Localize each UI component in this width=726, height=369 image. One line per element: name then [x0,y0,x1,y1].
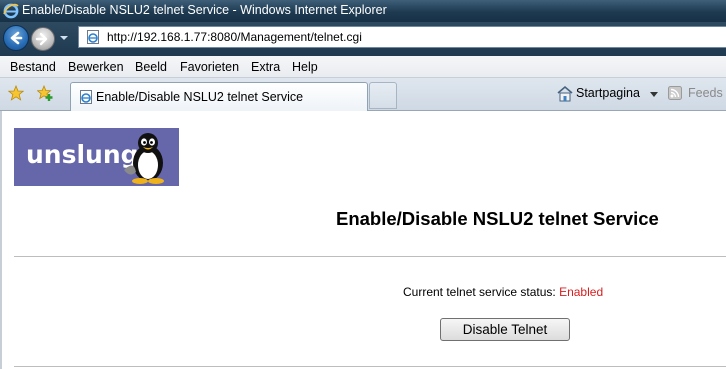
status-value: Enabled [559,285,604,299]
disable-telnet-button[interactable]: Disable Telnet [440,318,570,341]
menu-item-bestand[interactable]: Bestand [10,60,56,74]
menu-item-help[interactable]: Help [292,60,318,74]
page-title: Enable/Disable NSLU2 telnet Service [336,208,659,229]
telnet-status: Current telnet service status: Enabled [403,285,603,299]
menu-item-beeld[interactable]: Beeld [135,60,167,74]
menu-item-extra[interactable]: Extra [251,60,280,74]
add-favorites-icon[interactable] [37,85,54,102]
forward-button[interactable] [31,27,55,51]
status-label: Current telnet service status: [403,285,556,299]
menu-item-bewerken[interactable]: Bewerken [68,60,124,74]
menu-bar: Bestand Bewerken Beeld Favorieten Extra … [0,56,726,78]
tab-active[interactable]: Enable/Disable NSLU2 telnet Service [70,82,368,111]
window-titlebar: Enable/Disable NSLU2 telnet Service - Wi… [0,0,726,22]
home-dropdown-icon[interactable] [650,92,658,97]
internet-explorer-icon [3,3,19,19]
unslung-logo: unslung [14,128,179,186]
feeds-icon[interactable] [668,86,682,100]
home-button-label[interactable]: Startpagina [576,86,640,100]
menu-item-favorieten[interactable]: Favorieten [180,60,239,74]
tab-label: Enable/Disable NSLU2 telnet Service [96,90,304,104]
divider [14,366,726,367]
home-icon[interactable] [556,85,574,102]
divider [14,256,726,257]
back-button[interactable] [3,25,29,51]
favorites-star-icon[interactable] [8,85,24,101]
feeds-button-label[interactable]: Feeds ( [688,86,726,100]
tux-penguin-icon [124,133,164,184]
arrow-left-icon [10,31,23,45]
window-title: Enable/Disable NSLU2 telnet Service - Wi… [22,3,387,17]
address-bar[interactable]: http://192.168.1.77:8080/Management/teln… [78,26,726,48]
tab-bar: Enable/Disable NSLU2 telnet Service Star… [0,78,726,111]
arrow-right-icon [35,32,48,46]
new-tab-button[interactable] [369,82,397,109]
address-url[interactable]: http://192.168.1.77:8080/Management/teln… [107,30,362,44]
page-icon [80,90,92,104]
page-icon [87,30,99,44]
page-content: unslung Enable/Disable NSLU2 telnet Serv… [0,111,726,369]
recent-pages-dropdown-icon[interactable] [59,32,69,44]
navigation-bar: http://192.168.1.77:8080/Management/teln… [0,22,726,56]
